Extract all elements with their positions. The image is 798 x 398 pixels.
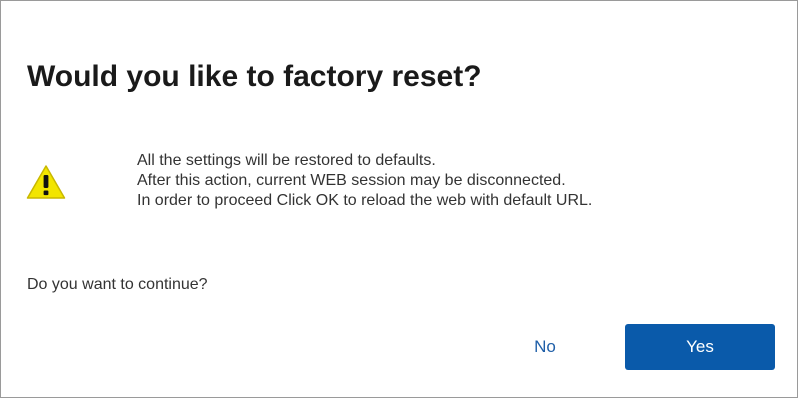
dialog-message: All the settings will be restored to def… (137, 151, 592, 211)
factory-reset-dialog: Would you like to factory reset? All the… (0, 0, 798, 398)
no-button[interactable]: No (512, 325, 578, 369)
warning-triangle-icon (26, 165, 66, 199)
dialog-title: Would you like to factory reset? (27, 60, 482, 93)
message-line: In order to proceed Click OK to reload t… (137, 192, 593, 209)
confirm-question: Do you want to continue? (27, 276, 208, 293)
message-line: After this action, current WEB session m… (137, 172, 566, 189)
yes-button[interactable]: Yes (625, 324, 775, 370)
message-line: All the settings will be restored to def… (137, 152, 436, 169)
